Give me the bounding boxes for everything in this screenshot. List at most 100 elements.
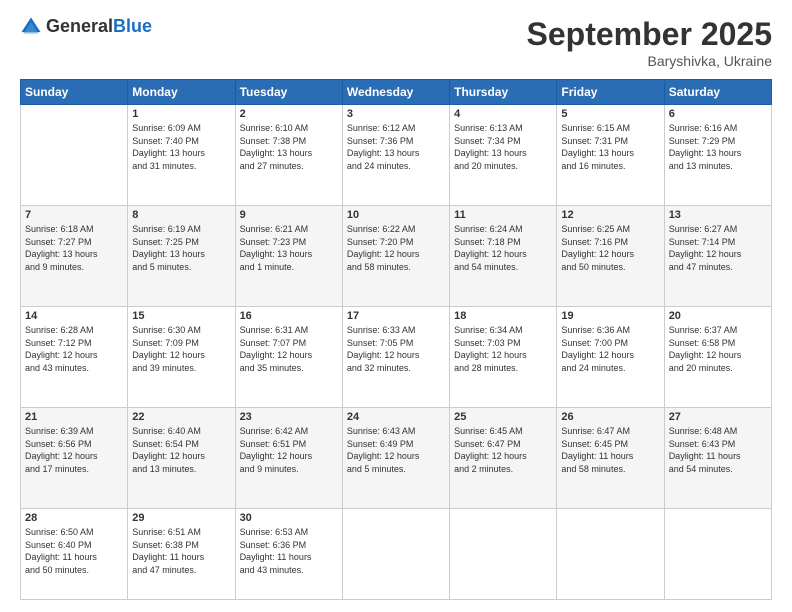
calendar-cell: 24 Sunrise: 6:43 AMSunset: 6:49 PMDayligh…: [342, 408, 449, 509]
cell-content: Sunrise: 6:51 AMSunset: 6:38 PMDaylight:…: [132, 526, 230, 576]
day-number: 25: [454, 411, 552, 423]
cell-content: Sunrise: 6:42 AMSunset: 6:51 PMDaylight:…: [240, 425, 338, 475]
calendar-cell: 4Sunrise: 6:13 AMSunset: 7:34 PMDaylight…: [450, 105, 557, 206]
calendar-cell: [450, 509, 557, 600]
calendar-cell: 15 Sunrise: 6:30 AMSunset: 7:09 PMDayligh…: [128, 307, 235, 408]
day-number: 24: [347, 411, 445, 423]
day-number: 5: [561, 108, 659, 120]
day-number: 30: [240, 512, 338, 524]
calendar-cell: 5 Sunrise: 6:15 AMSunset: 7:31 PMDaylight…: [557, 105, 664, 206]
cell-content: Sunrise: 6:48 AMSunset: 6:43 PMDaylight:…: [669, 425, 767, 475]
cell-content: Sunrise: 6:47 AMSunset: 6:45 PMDaylight:…: [561, 425, 659, 475]
cell-content: Sunrise: 6:39 AMSunset: 6:56 PMDaylight:…: [25, 425, 123, 475]
day-number: 19: [561, 310, 659, 322]
calendar-cell: 14 Sunrise: 6:28 AMSunset: 7:12 PMDayligh…: [21, 307, 128, 408]
calendar-cell: [557, 509, 664, 600]
cell-content: Sunrise: 6:28 AMSunset: 7:12 PMDaylight:…: [25, 324, 123, 374]
col-saturday: Saturday: [664, 80, 771, 105]
calendar-cell: 12Sunrise: 6:25 AMSunset: 7:16 PMDayligh…: [557, 206, 664, 307]
day-number: 2: [240, 108, 338, 120]
calendar-cell: 20 Sunrise: 6:37 AMSunset: 6:58 PMDayligh…: [664, 307, 771, 408]
day-number: 12: [561, 209, 659, 221]
day-number: 6: [669, 108, 767, 120]
calendar-header-row: Sunday Monday Tuesday Wednesday Thursday…: [21, 80, 772, 105]
cell-content: Sunrise: 6:50 AMSunset: 6:40 PMDaylight:…: [25, 526, 123, 576]
col-tuesday: Tuesday: [235, 80, 342, 105]
cell-content: Sunrise: 6:21 AMSunset: 7:23 PMDaylight:…: [240, 223, 338, 273]
cell-content: Sunrise: 6:16 AMSunset: 7:29 PMDaylight:…: [669, 122, 767, 172]
calendar-cell: 7 Sunrise: 6:18 AMSunset: 7:27 PMDaylight…: [21, 206, 128, 307]
day-number: 8: [132, 209, 230, 221]
cell-content: Sunrise: 6:09 AMSunset: 7:40 PMDaylight:…: [132, 122, 230, 172]
calendar-cell: 8 Sunrise: 6:19 AMSunset: 7:25 PMDaylight…: [128, 206, 235, 307]
calendar-cell: 10 Sunrise: 6:22 AMSunset: 7:20 PMDayligh…: [342, 206, 449, 307]
calendar-cell: 26 Sunrise: 6:47 AMSunset: 6:45 PMDayligh…: [557, 408, 664, 509]
day-number: 11: [454, 209, 552, 221]
cell-content: Sunrise: 6:43 AMSunset: 6:49 PMDaylight:…: [347, 425, 445, 475]
calendar-cell: 13 Sunrise: 6:27 AMSunset: 7:14 PMDayligh…: [664, 206, 771, 307]
header: GeneralBlue September 2025 Baryshivka, U…: [20, 16, 772, 69]
day-number: 16: [240, 310, 338, 322]
calendar-table: Sunday Monday Tuesday Wednesday Thursday…: [20, 79, 772, 600]
col-sunday: Sunday: [21, 80, 128, 105]
cell-content: Sunrise: 6:22 AMSunset: 7:20 PMDaylight:…: [347, 223, 445, 273]
calendar-cell: 1 Sunrise: 6:09 AMSunset: 7:40 PMDaylight…: [128, 105, 235, 206]
month-title: September 2025: [527, 16, 772, 53]
calendar-cell: 6 Sunrise: 6:16 AMSunset: 7:29 PMDaylight…: [664, 105, 771, 206]
calendar-cell: 28 Sunrise: 6:50 AMSunset: 6:40 PMDayligh…: [21, 509, 128, 600]
calendar-cell: [664, 509, 771, 600]
logo-general-text: GeneralBlue: [46, 17, 152, 37]
day-number: 10: [347, 209, 445, 221]
cell-content: Sunrise: 6:30 AMSunset: 7:09 PMDaylight:…: [132, 324, 230, 374]
cell-content: Sunrise: 6:40 AMSunset: 6:54 PMDaylight:…: [132, 425, 230, 475]
day-number: 20: [669, 310, 767, 322]
day-number: 28: [25, 512, 123, 524]
day-number: 22: [132, 411, 230, 423]
calendar-cell: 30 Sunrise: 6:53 AMSunset: 6:36 PMDayligh…: [235, 509, 342, 600]
day-number: 27: [669, 411, 767, 423]
calendar-cell: 2 Sunrise: 6:10 AMSunset: 7:38 PMDaylight…: [235, 105, 342, 206]
cell-content: Sunrise: 6:13 AMSunset: 7:34 PMDaylight:…: [454, 122, 552, 172]
calendar-cell: 18 Sunrise: 6:34 AMSunset: 7:03 PMDayligh…: [450, 307, 557, 408]
calendar-cell: [21, 105, 128, 206]
day-number: 17: [347, 310, 445, 322]
title-area: September 2025 Baryshivka, Ukraine: [527, 16, 772, 69]
cell-content: Sunrise: 6:15 AMSunset: 7:31 PMDaylight:…: [561, 122, 659, 172]
day-number: 26: [561, 411, 659, 423]
col-thursday: Thursday: [450, 80, 557, 105]
calendar-cell: 19Sunrise: 6:36 AMSunset: 7:00 PMDayligh…: [557, 307, 664, 408]
cell-content: Sunrise: 6:34 AMSunset: 7:03 PMDaylight:…: [454, 324, 552, 374]
cell-content: Sunrise: 6:53 AMSunset: 6:36 PMDaylight:…: [240, 526, 338, 576]
calendar-cell: 23 Sunrise: 6:42 AMSunset: 6:51 PMDayligh…: [235, 408, 342, 509]
day-number: 14: [25, 310, 123, 322]
day-number: 23: [240, 411, 338, 423]
calendar-cell: 22 Sunrise: 6:40 AMSunset: 6:54 PMDayligh…: [128, 408, 235, 509]
day-number: 13: [669, 209, 767, 221]
location: Baryshivka, Ukraine: [527, 53, 772, 69]
day-number: 29: [132, 512, 230, 524]
cell-content: Sunrise: 6:37 AMSunset: 6:58 PMDaylight:…: [669, 324, 767, 374]
cell-content: Sunrise: 6:19 AMSunset: 7:25 PMDaylight:…: [132, 223, 230, 273]
calendar-cell: 11 Sunrise: 6:24 AMSunset: 7:18 PMDayligh…: [450, 206, 557, 307]
page: GeneralBlue September 2025 Baryshivka, U…: [0, 0, 792, 612]
col-friday: Friday: [557, 80, 664, 105]
cell-content: Sunrise: 6:45 AMSunset: 6:47 PMDaylight:…: [454, 425, 552, 475]
calendar-cell: 27 Sunrise: 6:48 AMSunset: 6:43 PMDayligh…: [664, 408, 771, 509]
calendar-cell: 25 Sunrise: 6:45 AMSunset: 6:47 PMDayligh…: [450, 408, 557, 509]
cell-content: Sunrise: 6:33 AMSunset: 7:05 PMDaylight:…: [347, 324, 445, 374]
day-number: 7: [25, 209, 123, 221]
calendar-cell: 9Sunrise: 6:21 AMSunset: 7:23 PMDaylight…: [235, 206, 342, 307]
cell-content: Sunrise: 6:24 AMSunset: 7:18 PMDaylight:…: [454, 223, 552, 273]
cell-content: Sunrise: 6:10 AMSunset: 7:38 PMDaylight:…: [240, 122, 338, 172]
logo: GeneralBlue: [20, 16, 152, 38]
cell-content: Sunrise: 6:31 AMSunset: 7:07 PMDaylight:…: [240, 324, 338, 374]
calendar-cell: 21Sunrise: 6:39 AMSunset: 6:56 PMDayligh…: [21, 408, 128, 509]
cell-content: Sunrise: 6:27 AMSunset: 7:14 PMDaylight:…: [669, 223, 767, 273]
day-number: 18: [454, 310, 552, 322]
day-number: 1: [132, 108, 230, 120]
day-number: 15: [132, 310, 230, 322]
cell-content: Sunrise: 6:18 AMSunset: 7:27 PMDaylight:…: [25, 223, 123, 273]
calendar-cell: [342, 509, 449, 600]
calendar-cell: 17 Sunrise: 6:33 AMSunset: 7:05 PMDayligh…: [342, 307, 449, 408]
day-number: 3: [347, 108, 445, 120]
